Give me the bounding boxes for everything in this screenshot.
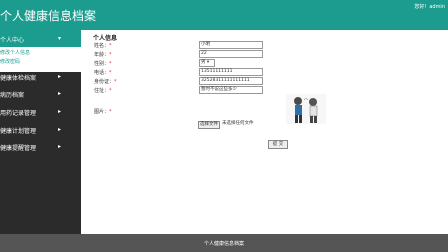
choose-file-button[interactable]: 选择文件 (198, 121, 220, 129)
required-mark: * (109, 43, 112, 49)
name-row: 姓名：* (94, 42, 112, 49)
chevron-right-icon: ▸ (57, 90, 61, 97)
submit-button[interactable]: 提 交 (268, 140, 288, 149)
phone-label: 电话： (94, 70, 110, 76)
sidebar-item-label: 个人中心 (0, 37, 25, 44)
address-field[interactable]: 暂时不说这些多少 (199, 86, 263, 94)
section-title: 个人信息 (93, 35, 118, 42)
phone-row: 电话：* (94, 69, 112, 76)
sidebar-item-label: 健康体检档案 (0, 75, 37, 82)
address-label: 住址： (94, 88, 110, 94)
user-greeting[interactable]: 您好！admin (414, 3, 445, 10)
sidebar-subitem-edit-profile[interactable]: 修改个人信息 (0, 49, 30, 56)
age-label: 年龄： (94, 52, 110, 58)
required-mark: * (109, 70, 112, 76)
app-header: 个人健康信息档案 您好！admin (0, 0, 448, 30)
required-mark: * (109, 61, 112, 67)
sidebar: 个人中心 ▾ 修改个人信息 修改密码 健康体检档案 ▸ 病历档案 ▸ 用药记录管… (0, 30, 81, 234)
gender-row: 性别：* (94, 60, 112, 67)
phone-field[interactable]: 13511111111 (199, 68, 263, 76)
sidebar-item-label: 病历档案 (0, 92, 25, 99)
age-field[interactable]: 22 (199, 50, 263, 58)
app-title: 个人健康信息档案 (0, 9, 97, 23)
sidebar-item-records[interactable]: 病历档案 ▸ (0, 85, 81, 102)
sidebar-item-medication[interactable]: 用药记录管理 ▸ (0, 103, 81, 120)
footer: 个人健康信息档案 (0, 234, 448, 252)
sidebar-item-reminder[interactable]: 健康提醒管理 ▸ (0, 138, 81, 155)
sidebar-item-label: 健康提醒管理 (0, 145, 37, 152)
chevron-right-icon: ▸ (57, 73, 61, 80)
gender-label: 性别： (94, 61, 110, 67)
chevron-down-icon: ▾ (57, 35, 61, 42)
avatar-photo (286, 94, 326, 124)
sidebar-item-label: 健康计划管理 (0, 128, 37, 135)
required-mark: * (114, 79, 117, 85)
sidebar-item-plan[interactable]: 健康计划管理 ▸ (0, 121, 81, 138)
idcard-label: 身份证： (94, 79, 115, 85)
idcard-field[interactable]: 32528311111111111 (199, 77, 263, 85)
name-field[interactable]: 小明 (199, 41, 263, 49)
chevron-right-icon: ▸ (57, 108, 61, 115)
sidebar-subitem-change-password[interactable]: 修改密码 (0, 58, 20, 65)
sidebar-item-label: 用药记录管理 (0, 110, 37, 117)
sidebar-item-personal-center[interactable]: 个人中心 ▾ (0, 30, 81, 47)
age-row: 年龄：* (94, 51, 112, 58)
chevron-right-icon: ▸ (57, 126, 61, 133)
chevron-right-icon: ▸ (57, 143, 61, 150)
address-row: 住址：* (94, 87, 112, 94)
idcard-row: 身份证：* (94, 78, 117, 85)
main-content: 个人信息 姓名：* 小明 年龄：* 22 性别：* 男 ▾ 电话：* 13511… (81, 30, 448, 234)
required-mark: * (109, 109, 112, 115)
footer-text: 个人健康信息档案 (203, 241, 244, 247)
required-mark: * (109, 52, 112, 58)
file-status: 未选择任何文件 (222, 121, 254, 126)
photo-row: 图片：* (94, 108, 112, 115)
gender-select[interactable]: 男 ▾ (199, 59, 215, 67)
photo-label: 图片： (94, 109, 110, 115)
name-label: 姓名： (94, 43, 110, 49)
sidebar-item-checkup[interactable]: 健康体检档案 ▸ (0, 68, 81, 85)
required-mark: * (109, 88, 112, 94)
